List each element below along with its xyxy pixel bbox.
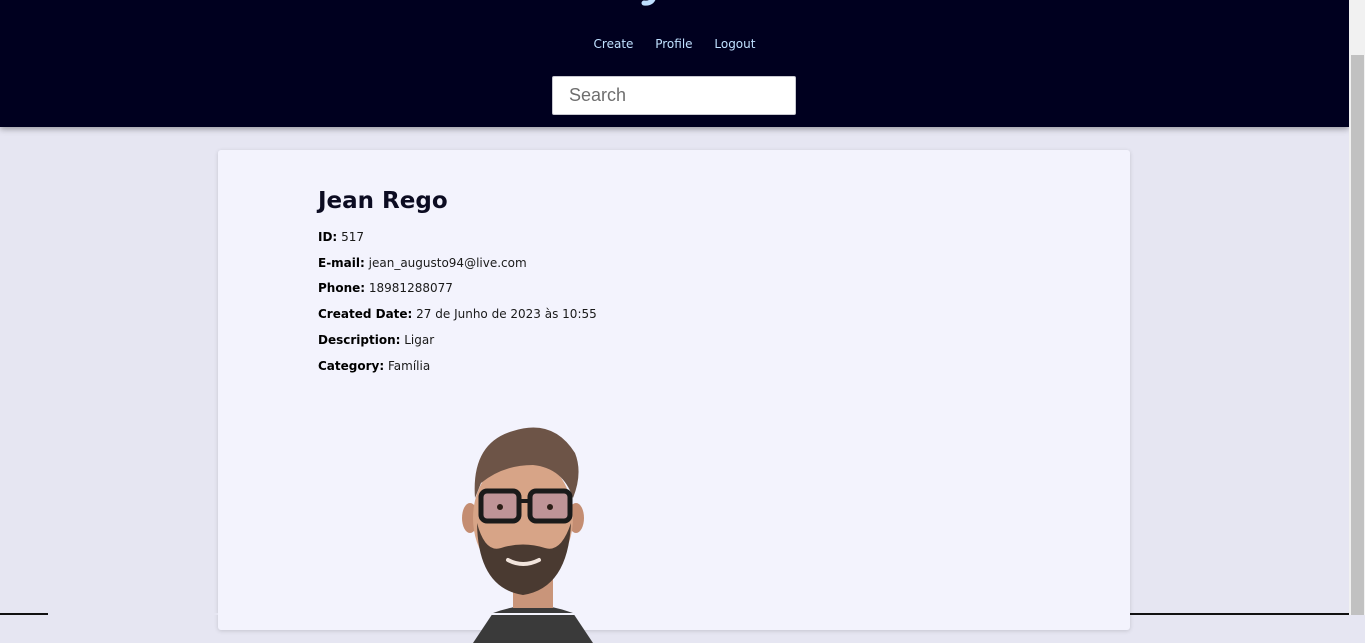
field-description: Description: Ligar [318,333,434,347]
nav-logout-link[interactable]: Logout [714,37,755,51]
field-phone-label: Phone: [318,281,366,295]
contact-photo [462,427,593,643]
field-created-date-value: 27 de Junho de 2023 às 10:55 [416,307,597,321]
field-created-date-label: Created Date: [318,307,413,321]
nav-profile-link[interactable]: Profile [655,37,692,51]
field-email-label: E-mail: [318,256,365,270]
field-email-value: jean_augusto94@live.com [368,256,527,270]
field-category: Category: Família [318,359,430,373]
contact-detail-card: Jean Rego ID: 517 E-mail: jean_augusto94… [218,150,1130,643]
page-scrollbar-thumb[interactable] [1351,55,1364,615]
field-phone-value: 18981288077 [368,281,453,295]
field-category-label: Category: [318,359,385,373]
top-header: Create Profile Logout [0,0,1349,127]
field-id-label: ID: [318,230,338,244]
field-description-value: Ligar [404,333,435,347]
field-id: ID: 517 [318,230,364,244]
field-description-label: Description: [318,333,401,347]
contact-name: Jean Rego [318,188,448,214]
search-input[interactable] [552,76,796,115]
field-email: E-mail: jean_augusto94@live.com [318,256,527,270]
nav-create-link[interactable]: Create [594,37,634,51]
field-phone: Phone: 18981288077 [318,281,453,295]
field-category-value: Família [387,359,431,373]
field-created-date: Created Date: 27 de Junho de 2023 às 10:… [318,307,597,321]
brand-logo-fragment [641,0,656,6]
main-nav: Create Profile Logout [0,37,1349,51]
field-id-value: 517 [341,230,364,244]
